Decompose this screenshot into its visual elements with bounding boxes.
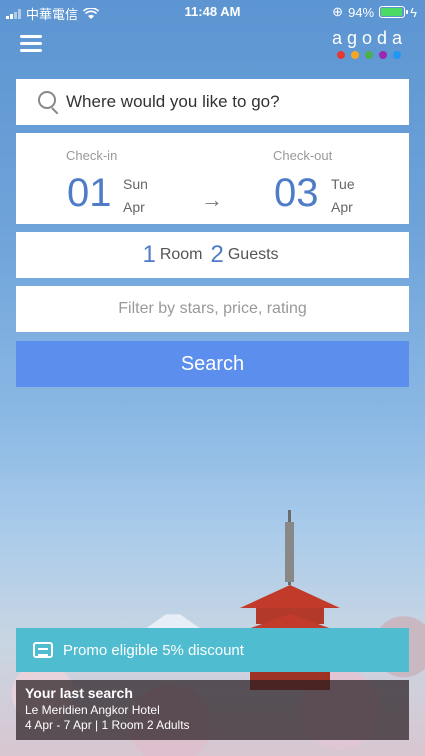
last-search-hotel: Le Meridien Angkor Hotel xyxy=(25,703,160,717)
promo-banner[interactable]: Promo eligible 5% discount xyxy=(16,628,409,672)
room-label: Room xyxy=(159,246,203,263)
ticket-icon xyxy=(33,642,53,658)
destination-search[interactable] xyxy=(16,79,409,125)
logo-dots xyxy=(332,51,407,59)
search-icon xyxy=(38,91,60,113)
checkin-weekday: Sun xyxy=(123,176,148,192)
last-search-card[interactable]: Your last search Le Meridien Angkor Hote… xyxy=(16,680,409,740)
filter-button[interactable]: Filter by stars, price, rating xyxy=(16,286,409,332)
battery-icon xyxy=(379,6,409,18)
last-search-title: Your last search xyxy=(25,685,133,701)
guest-count: 2 xyxy=(210,241,224,268)
battery-percent: 94% xyxy=(348,4,375,20)
search-button[interactable]: Search xyxy=(16,341,409,387)
logo-text: agoda xyxy=(331,28,407,48)
checkout-label: Check-out xyxy=(273,148,333,163)
status-bar: 中華電信 11:48 AM ⊕ 94% ϟ xyxy=(0,0,425,22)
checkout-day: 03 xyxy=(274,171,319,215)
checkin-day: 01 xyxy=(67,171,112,215)
date-selector[interactable]: Check-in 01 Sun Apr → Check-out 03 Tue A… xyxy=(16,133,409,224)
occupancy-selector[interactable]: 1 Room 2 Guests xyxy=(16,232,409,278)
agoda-logo: agoda xyxy=(332,28,407,59)
checkout-weekday: Tue xyxy=(331,176,355,192)
checkout-month: Apr xyxy=(331,199,353,215)
checkin-label: Check-in xyxy=(66,148,118,163)
last-search-details: 4 Apr - 7 Apr | 1 Room 2 Adults xyxy=(25,718,190,732)
guest-label: Guests xyxy=(227,246,279,263)
arrow-right-icon: → xyxy=(201,187,223,212)
charging-icon: ϟ xyxy=(410,4,417,20)
destination-input[interactable] xyxy=(66,92,386,112)
rotation-lock-icon: ⊕ xyxy=(332,4,344,19)
system-indicators: ⊕ 94% ϟ xyxy=(332,4,417,20)
checkin-month: Apr xyxy=(123,199,145,215)
room-count: 1 xyxy=(142,241,156,268)
hamburger-menu-icon[interactable] xyxy=(20,35,42,52)
promo-text: Promo eligible 5% discount xyxy=(63,641,244,659)
